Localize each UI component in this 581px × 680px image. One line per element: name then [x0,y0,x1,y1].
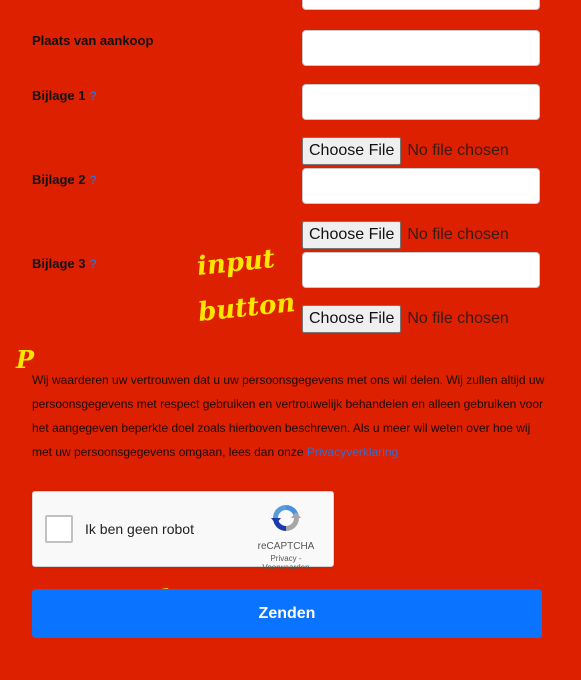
attachment-1-file-status: No file chosen [407,142,509,159]
previous-field-input[interactable] [302,0,540,10]
recaptcha-checkbox[interactable] [45,515,73,543]
place-of-purchase-label-text: Plaats van aankoop [32,33,154,48]
attachment-3-file-picker: Choose File No file chosen [302,305,509,333]
attachment-3-label: Bijlage 3 ? [32,256,97,271]
attachment-1-label: Bijlage 1 ? [32,88,97,103]
attachment-1-choose-file-button[interactable]: Choose File [302,137,402,165]
recaptcha-icon [271,505,301,531]
attachment-3-input[interactable] [302,252,540,288]
help-icon[interactable]: ? [89,89,96,103]
contact-form-page: Plaats van aankoop Bijlage 1 ? Choose Fi… [0,0,581,680]
attachment-3-choose-file-button[interactable]: Choose File [302,305,402,333]
attachment-1-file-picker: Choose File No file chosen [302,137,509,165]
privacy-paragraph: Wij waarderen uw vertrouwen dat u uw per… [32,368,548,464]
attachment-2-choose-file-button[interactable]: Choose File [302,221,402,249]
recaptcha-widget: Ik ben geen robot reCAPTCHA Privacy - Vo… [32,491,334,572]
place-of-purchase-label: Plaats van aankoop [32,33,153,48]
help-icon[interactable]: ? [89,173,96,187]
annotation-button: button [196,287,297,329]
attachment-2-file-picker: Choose File No file chosen [302,221,509,249]
help-icon[interactable]: ? [89,257,96,271]
attachment-1-input[interactable] [302,84,540,120]
attachment-1-label-text: Bijlage 1 [32,88,86,103]
recaptcha-logo: reCAPTCHA Privacy - Voorwaarden [251,502,321,572]
recaptcha-links[interactable]: Privacy - Voorwaarden [251,554,321,572]
attachment-2-label-text: Bijlage 2 [32,172,86,187]
annotation-input-1: input [195,244,277,282]
place-of-purchase-input[interactable] [302,30,540,66]
privacy-link[interactable]: Privacyverklaring [307,445,398,459]
attachment-2-file-status: No file chosen [407,226,509,243]
recaptcha-brand: reCAPTCHA [257,541,315,552]
submit-button[interactable]: Zenden [32,589,542,638]
privacy-text: Wij waarderen uw vertrouwen dat u uw per… [32,373,545,459]
attachment-2-label: Bijlage 2 ? [32,172,97,187]
attachment-3-label-text: Bijlage 3 [32,256,86,271]
attachment-3-file-status: No file chosen [407,310,509,327]
attachment-2-input[interactable] [302,168,540,204]
recaptcha-label: Ik ben geen robot [85,521,194,537]
